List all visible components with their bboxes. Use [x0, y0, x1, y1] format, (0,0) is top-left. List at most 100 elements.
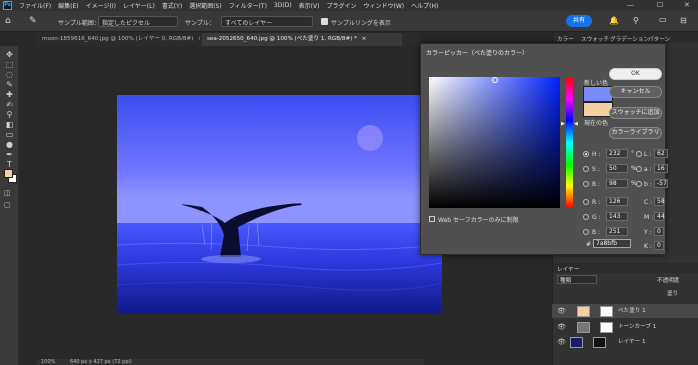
menu-3d[interactable]: 3D(D) [274, 2, 292, 9]
search-icon[interactable]: ⚲ [633, 16, 639, 25]
close-window-icon[interactable]: ✕ [684, 1, 690, 9]
layer-mask-thumbnail [600, 306, 613, 317]
visibility-eye-icon[interactable]: 👁 [557, 304, 566, 318]
a-radio[interactable] [636, 166, 642, 172]
share-button[interactable]: 共有 [566, 15, 592, 27]
menu-image[interactable]: イメージ(I) [86, 1, 116, 10]
healing-icon[interactable]: ✚ [4, 90, 15, 100]
screen-mode-icon[interactable]: ▢ [4, 201, 11, 209]
l-field[interactable]: 62 [654, 149, 668, 158]
lasso-icon[interactable]: ◌ [4, 70, 15, 80]
visibility-eye-icon[interactable]: 👁 [557, 320, 566, 334]
g-radio[interactable] [583, 214, 589, 220]
close-tab-icon[interactable]: × [362, 36, 367, 42]
add-to-swatches-button[interactable]: スウォッチに追加 [609, 107, 662, 119]
sample-size-value: 指定したピクセル [102, 20, 151, 27]
s-field[interactable]: 50 [606, 164, 628, 173]
layer-row-curves[interactable]: 👁 トーンカーブ 1 [552, 320, 698, 334]
ok-button[interactable]: OK [609, 68, 662, 80]
k-field[interactable]: 0 [654, 241, 664, 250]
document-image[interactable] [117, 95, 442, 313]
move-icon[interactable]: ✥ [4, 50, 15, 60]
blue-radio[interactable] [583, 229, 589, 235]
menu-filter[interactable]: フィルター(T) [229, 1, 267, 10]
hex-field[interactable]: 7a8bfb [593, 239, 631, 248]
close-tab-icon[interactable]: × [198, 36, 200, 42]
menu-bar: Ps ファイル(F) 編集(E) イメージ(I) レイヤー(L) 書式(Y) 選… [0, 0, 698, 11]
menu-layer[interactable]: レイヤー(L) [123, 1, 155, 10]
hue-slider-arrow-icon[interactable]: ▶ [561, 121, 565, 127]
tab-sea[interactable]: sea-2052650_640.jpg @ 100% (べた塗り 1, RGB/… [202, 33, 402, 46]
layer-kind-filter[interactable]: 種類 [557, 275, 597, 284]
tab-layers[interactable]: レイヤー [557, 265, 579, 273]
c-field[interactable]: 58 [654, 197, 665, 206]
maximize-icon[interactable]: ☐ [657, 1, 663, 9]
l-radio[interactable] [636, 151, 642, 157]
notification-icon[interactable]: 🔔 [609, 16, 619, 25]
menu-view[interactable]: 表示(V) [299, 1, 320, 10]
color-libraries-button[interactable]: カラーライブラリ [609, 127, 662, 139]
s-radio[interactable] [583, 166, 589, 172]
hue-slider[interactable] [566, 77, 573, 208]
h-field[interactable]: 232 [606, 149, 628, 158]
g-field[interactable]: 143 [606, 212, 628, 221]
brush-icon[interactable]: ✍ [4, 100, 15, 110]
m-field[interactable]: 44 [654, 212, 665, 221]
workspace-icon[interactable]: ▭ [659, 15, 667, 24]
cancel-button[interactable]: キャンセル [609, 86, 662, 98]
home-icon[interactable]: ⌂ [5, 16, 11, 26]
menu-select[interactable]: 選択範囲(S) [189, 1, 222, 10]
tab-gradients[interactable]: グラデーション [610, 35, 649, 43]
tab-moon[interactable]: moon-1859616_640.jpg @ 100% (レイヤー 0, RGB… [37, 33, 200, 46]
menu-edit[interactable]: 編集(E) [58, 1, 78, 10]
menu-plugins[interactable]: プラグイン [326, 1, 356, 10]
saturation-brightness-field[interactable] [429, 77, 560, 208]
layer-name[interactable]: べた塗り 1 [618, 304, 646, 318]
b-field[interactable]: 98 [606, 179, 628, 188]
menu-window[interactable]: ウィンドウ(W) [363, 1, 404, 10]
sample-size-select[interactable]: 指定したピクセル [98, 16, 178, 27]
foreground-color-swatch[interactable] [4, 169, 13, 178]
r-field[interactable]: 126 [606, 197, 628, 206]
tools-panel: ✥⬚◌✎✚✍⚲◧▭●✒T➤◯✋⚲⋯ ◫ ▢ [0, 46, 19, 365]
visibility-eye-icon[interactable]: 👁 [557, 335, 566, 349]
layer-name[interactable]: レイヤー 1 [618, 335, 646, 349]
r-radio[interactable] [583, 199, 589, 205]
tab-swatches[interactable]: スウォッチ [581, 35, 609, 43]
menu-help[interactable]: ヘルプ(H) [411, 1, 438, 10]
gradient-icon[interactable]: ▭ [4, 130, 15, 140]
eyedropper-preset-icon[interactable]: ✎ [29, 16, 37, 26]
zoom-readout[interactable]: 100% [41, 359, 55, 365]
minimize-icon[interactable]: — [627, 1, 634, 9]
lab-b-radio[interactable] [636, 181, 642, 187]
a-field[interactable]: 16 [654, 164, 668, 173]
web-safe-checkbox[interactable] [429, 216, 435, 222]
menu-file[interactable]: ファイル(F) [19, 1, 51, 10]
dodge-icon[interactable]: ● [4, 140, 15, 150]
tab-color[interactable]: カラー [557, 35, 574, 43]
eraser-icon[interactable]: ◧ [4, 120, 15, 130]
lab-b-field[interactable]: -57 [654, 179, 668, 188]
h-radio[interactable] [583, 151, 589, 157]
pen-icon[interactable]: ✒ [4, 150, 15, 160]
layer-row-base[interactable]: 👁 レイヤー 1 [552, 335, 698, 349]
quick-mask-icon[interactable]: ◫ [4, 189, 11, 197]
layer-name[interactable]: トーンカーブ 1 [618, 320, 656, 334]
blue-field[interactable]: 251 [606, 227, 628, 236]
sample-select[interactable]: すべてのレイヤー [221, 16, 313, 27]
lab-b-label: b : [644, 181, 652, 188]
eyedropper-icon[interactable]: ✎ [4, 80, 15, 90]
arrange-icon[interactable]: ⊟ [680, 16, 687, 25]
tab-patterns[interactable]: パターン [648, 35, 670, 43]
web-safe-label: Web セーフカラーのみに制限 [438, 217, 519, 224]
show-ring-checkbox[interactable] [321, 18, 328, 25]
stamp-icon[interactable]: ⚲ [4, 110, 15, 120]
hue-slider-arrow-icon[interactable]: ◀ [574, 121, 578, 127]
document-tabs: moon-1859616_640.jpg @ 100% (レイヤー 0, RGB… [37, 33, 419, 46]
marquee-icon[interactable]: ⬚ [4, 60, 15, 70]
color-selector-ring[interactable] [492, 77, 498, 83]
layer-row-fill[interactable]: 👁 べた塗り 1 [552, 304, 698, 318]
menu-type[interactable]: 書式(Y) [162, 1, 182, 10]
b-radio[interactable] [583, 181, 589, 187]
y-field[interactable]: 0 [654, 227, 664, 236]
